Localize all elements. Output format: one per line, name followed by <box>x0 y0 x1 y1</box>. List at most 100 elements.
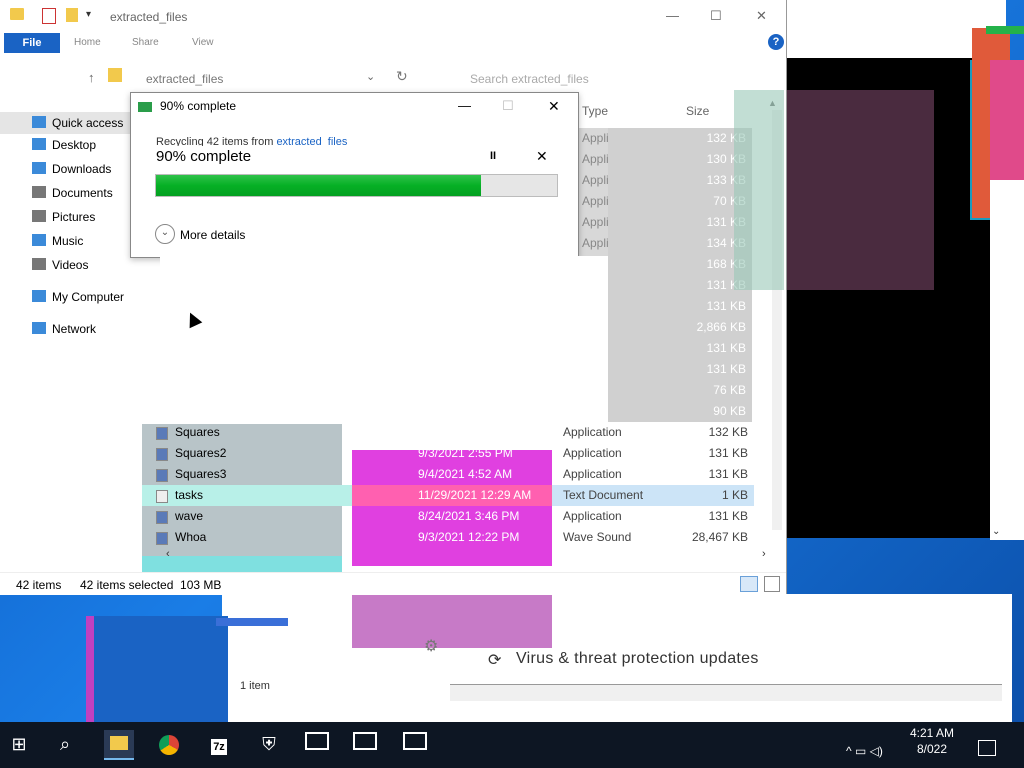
partial-row-size-cell[interactable]: 70 KB <box>608 191 752 212</box>
partial-row-size-cell[interactable]: 2,866 KB <box>608 317 752 338</box>
partial-row-size-cell[interactable]: 90 KB <box>608 401 752 422</box>
nav-item-network[interactable]: Network <box>0 318 130 340</box>
ribbon-tab-home[interactable]: Home <box>74 37 101 48</box>
horizontal-scroll-left-icon[interactable]: ‹ <box>166 548 170 560</box>
partial-row[interactable]: Application <box>577 212 641 233</box>
audio-file-icon <box>156 532 168 545</box>
file-size: 131 KB <box>708 509 748 523</box>
nav-item-music[interactable]: Music <box>0 230 130 252</box>
file-list-blank-area <box>160 256 608 424</box>
nav-item-desktop[interactable]: Desktop <box>0 134 130 156</box>
column-size-header[interactable]: Size <box>686 104 709 118</box>
defender-shield-icon[interactable]: ⛨ <box>254 730 284 758</box>
app-window-icon-2[interactable] <box>350 730 380 758</box>
app-window-icon-3[interactable] <box>400 730 430 758</box>
tray-icons[interactable]: ^ ▭ ◁) <box>846 744 883 758</box>
file-row[interactable]: Squares2 9/3/2021 2:55 PM Application 131 K… <box>142 443 754 464</box>
computer-icon <box>32 290 46 302</box>
partial-row-size-cell[interactable]: 131 KB <box>608 296 752 317</box>
partial-row-size-cell[interactable]: 131 KB <box>608 338 752 359</box>
start-windows-icon[interactable]: ⊞ <box>4 730 34 758</box>
horizontal-scroll-right-icon[interactable]: › <box>762 548 766 560</box>
maximize-button[interactable]: ☐ <box>710 8 722 24</box>
partial-row-size-cell[interactable]: 133 KB <box>608 170 752 191</box>
up-arrow-icon[interactable]: ↑ <box>88 70 95 85</box>
app-window-icon-1[interactable] <box>302 730 332 758</box>
nav-item-videos[interactable]: Videos <box>0 254 130 276</box>
ribbon-file-tab[interactable]: File <box>4 33 60 53</box>
ribbon-tab-view[interactable]: View <box>192 37 214 48</box>
search-input[interactable]: Search extracted_files <box>470 72 589 86</box>
dialog-close-button[interactable]: ✕ <box>548 98 560 115</box>
application-icon <box>156 448 168 461</box>
quick-access-dropdown-icon[interactable]: ▾ <box>86 9 91 20</box>
settings-gear-icon: ⚙ <box>424 638 439 655</box>
7zip-icon[interactable]: 7z <box>204 730 234 758</box>
file-size: 132 KB <box>708 425 748 439</box>
file-row[interactable]: tasks 11/29/2021 12:29 AM Text Document 1 K… <box>142 485 754 506</box>
file-row[interactable]: Squares3 9/4/2021 4:52 AM Application 131 K… <box>142 464 754 485</box>
dialog-minimize-button[interactable]: — <box>458 98 471 113</box>
recycle-icon <box>138 102 152 112</box>
search-icon[interactable]: ⌕ <box>50 730 80 758</box>
virus-protection-updates[interactable]: Virus & threat protection updates <box>516 650 759 668</box>
file-name: Whoa <box>175 530 207 544</box>
nav-item-downloads[interactable]: Downloads <box>0 158 130 180</box>
ribbon-tab-share[interactable]: Share <box>132 37 159 48</box>
help-icon[interactable]: ? <box>768 34 784 50</box>
partial-row-size-cell[interactable]: 76 KB <box>608 380 752 401</box>
partial-row[interactable]: Applic <box>577 149 615 170</box>
vertical-scroll-down-icon[interactable]: ⌄ <box>992 526 1000 537</box>
close-button[interactable]: ✕ <box>756 8 767 24</box>
clock[interactable]: 4:21 AM 8/022 <box>900 726 964 756</box>
file-type: Application <box>563 425 622 439</box>
new-folder-icon[interactable] <box>66 8 78 22</box>
partial-row-size-cell[interactable]: 132 KB <box>608 128 752 149</box>
details-view-icon[interactable] <box>740 576 758 592</box>
progress-text: 90% complete <box>156 148 252 165</box>
cancel-operation-button[interactable]: ✕ <box>536 148 548 165</box>
file-row[interactable]: Whoa 9/3/2021 12:22 PM Wave Sound 28,467 KB <box>142 527 754 548</box>
partial-row[interactable]: Applic <box>577 128 615 149</box>
nav-item-label: My Computer <box>52 290 125 304</box>
chevron-down-icon[interactable]: ⌄ <box>155 224 175 244</box>
partial-row-size: 131 KB <box>706 341 746 355</box>
folder-icon <box>10 8 24 20</box>
file-explorer-taskbar-icon[interactable] <box>104 730 134 760</box>
application-icon <box>156 511 168 524</box>
partial-row-size-cell[interactable]: 131 KB <box>608 212 752 233</box>
nav-item-documents[interactable]: Documents <box>0 182 130 204</box>
nav-item-my-computer[interactable]: My Computer <box>0 286 130 308</box>
partial-row-size-cell[interactable]: 130 KB <box>608 149 752 170</box>
partial-row-size-cell[interactable]: 134 KB <box>608 233 752 254</box>
pause-button[interactable]: II <box>490 150 496 162</box>
glitch-blue-bar <box>216 618 288 626</box>
more-details-button[interactable]: More details <box>180 228 245 242</box>
address-folder-icon <box>108 68 122 82</box>
address-dropdown-icon[interactable]: ⌄ <box>366 70 375 83</box>
properties-icon[interactable] <box>42 8 56 24</box>
minimize-button[interactable]: — <box>666 8 679 23</box>
large-icons-view-icon[interactable] <box>764 576 780 592</box>
dialog-title: 90% complete <box>160 99 237 113</box>
partial-row-size: 131 KB <box>706 362 746 376</box>
notification-icon[interactable] <box>978 740 996 756</box>
refresh-icon[interactable]: ↻ <box>396 68 408 85</box>
file-row[interactable]: wave 8/24/2021 3:46 PM Application 131 KB <box>142 506 754 527</box>
file-row[interactable]: Squares 9/3/2021 2:55 PM Application 132 KB <box>142 422 754 443</box>
partial-row[interactable]: Applic <box>577 170 615 191</box>
address-path[interactable]: extracted_files <box>146 72 223 86</box>
glitch-purple-bar <box>86 616 228 722</box>
nav-item-pictures[interactable]: Pictures <box>0 206 130 228</box>
column-type-header[interactable]: Type <box>582 104 608 118</box>
partial-row-size-cell[interactable]: 168 KB <box>608 254 752 275</box>
nav-item-quick-access[interactable]: Quick access <box>0 112 130 134</box>
file-date: 9/3/2021 12:22 PM <box>418 530 520 544</box>
progress-bar <box>155 174 558 197</box>
partial-row[interactable]: Application <box>577 233 641 254</box>
chrome-icon[interactable] <box>154 730 184 758</box>
glitch-dark-purple <box>786 90 934 290</box>
partial-row-size-cell[interactable]: 131 KB <box>608 275 752 296</box>
partial-row[interactable]: Applic <box>577 191 615 212</box>
partial-row-size-cell[interactable]: 131 KB <box>608 359 752 380</box>
